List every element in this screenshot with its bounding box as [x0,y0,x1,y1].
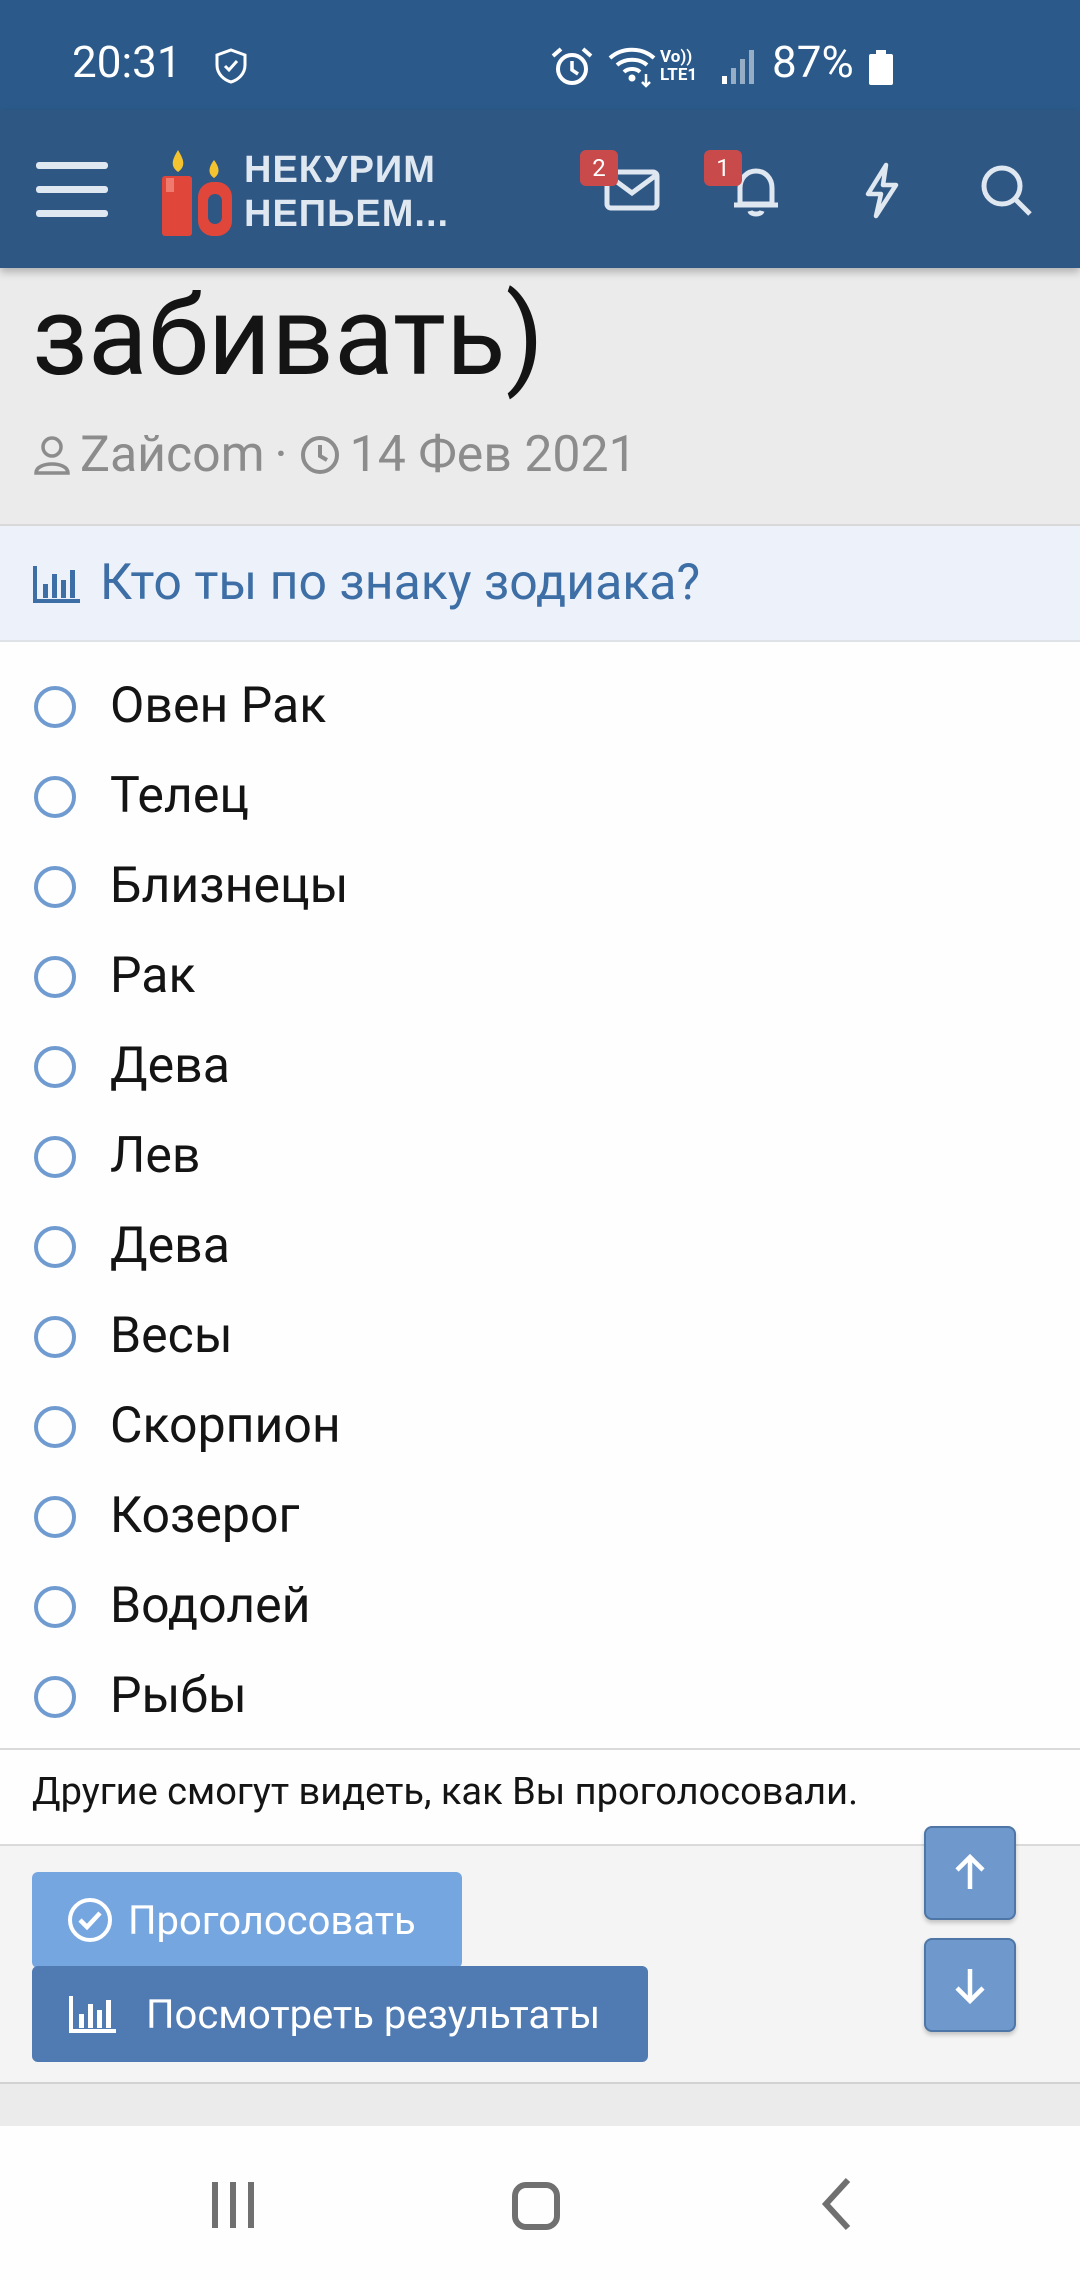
option-label: Лев [110,1127,201,1185]
scroll-to-bottom-button[interactable] [924,1938,1016,2032]
back-icon[interactable] [818,2176,858,2232]
candle-logo-icon [162,150,232,236]
status-bar: 20:31 Vo)) LTE1 87% [0,0,1080,110]
option-label: Дева [110,1217,230,1275]
clock-icon [300,436,339,474]
radio-button[interactable] [34,1046,76,1088]
poll-visibility-notice: Другие смогут видеть, как Вы проголосова… [32,1770,859,1814]
poll-option[interactable]: Дева [0,1206,1080,1296]
option-label: Козерог [110,1487,300,1545]
search-icon [981,165,1032,216]
alarm-icon [551,47,593,85]
radio-button[interactable] [34,776,76,818]
lightning-icon [865,162,899,219]
radio-button[interactable] [34,686,76,728]
arrow-down-icon [955,1969,985,2005]
option-label: Телец [110,767,249,825]
poll-question: Кто ты по знаку зодиака? [100,554,701,612]
poll-option[interactable]: Водолей [0,1566,1080,1656]
thread-meta: Zайcom · 14 Фев 2021 [32,426,637,484]
shield-icon [215,48,247,84]
poll-option[interactable]: Рыбы [0,1656,1080,1746]
poll-option[interactable]: Телец [0,756,1080,846]
status-time: 20:31 [72,36,182,88]
poll-option[interactable]: Овен Рак [0,666,1080,756]
poll-option[interactable]: Лев [0,1116,1080,1206]
view-results-button[interactable]: Посмотреть результаты [32,1966,648,2062]
inbox-badge: 2 [580,150,618,186]
poll-option[interactable]: Скорпион [0,1386,1080,1476]
check-circle-icon [68,1898,112,1942]
vote-button[interactable]: Проголосовать [32,1872,462,1968]
option-label: Весы [110,1307,233,1365]
search-button[interactable] [976,160,1036,220]
poll-block: Кто ты по знаку зодиака? Овен Рак Телец … [0,524,1080,2084]
logo-line-2: НЕПЬЕМ... [244,193,450,235]
poll-option[interactable]: Рак [0,936,1080,1026]
whats-new-button[interactable] [852,160,912,220]
radio-button[interactable] [34,956,76,998]
inbox-button[interactable]: 2 [580,150,662,220]
thread-title: забивать) [32,272,544,401]
poll-header: Кто ты по знаку зодиака? [0,526,1080,642]
alerts-button[interactable]: 1 [704,150,786,220]
battery-icon [869,50,893,85]
option-label: Рак [110,947,196,1005]
system-nav-bar [0,2126,1080,2280]
option-label: Близнецы [110,857,349,915]
option-label: Скорпион [110,1397,341,1455]
vote-button-label: Проголосовать [128,1896,416,1944]
radio-button[interactable] [34,1406,76,1448]
scroll-to-top-button[interactable] [924,1826,1016,1920]
option-label: Водолей [110,1577,311,1635]
thread-author[interactable]: Zайcom [80,426,265,484]
logo-text: НЕКУРИМ НЕПЬЕМ... [244,148,449,236]
arrow-up-icon [955,1853,985,1889]
option-label: Овен Рак [110,677,327,735]
poll-option[interactable]: Дева [0,1026,1080,1116]
poll-option[interactable]: Весы [0,1296,1080,1386]
bar-chart-icon [69,1996,116,2033]
radio-button[interactable] [34,866,76,908]
site-header: НЕКУРИМ НЕПЬЕМ... 2 1 [0,110,1080,268]
view-results-label: Посмотреть результаты [146,1990,601,2038]
radio-button[interactable] [34,1316,76,1358]
radio-button[interactable] [34,1586,76,1628]
site-logo[interactable]: НЕКУРИМ НЕПЬЕМ... [156,148,476,238]
home-button-icon[interactable] [512,2182,560,2230]
lte-indicator: Vo)) LTE1 [660,47,698,85]
radio-button[interactable] [34,1676,76,1718]
logo-line-1: НЕКУРИМ [244,149,436,191]
radio-button[interactable] [34,1496,76,1538]
alerts-badge: 1 [704,150,742,186]
poll-option[interactable]: Козерог [0,1476,1080,1566]
poll-footer: Проголосовать Посмотреть результаты [0,1844,1080,2084]
poll-option[interactable]: Близнецы [0,846,1080,936]
thread-date[interactable]: 14 Фев 2021 [350,426,637,484]
signal-icon [722,50,754,84]
divider [0,1748,1080,1750]
meta-separator: · [274,426,288,484]
battery-percent: 87% [772,36,854,88]
menu-icon[interactable] [36,162,108,218]
option-label: Рыбы [110,1667,247,1725]
recent-apps-icon[interactable] [208,2180,260,2230]
option-label: Дева [110,1037,230,1095]
bar-chart-icon [33,566,80,603]
radio-button[interactable] [34,1136,76,1178]
wifi-icon [608,47,656,88]
radio-button[interactable] [34,1226,76,1268]
user-icon [34,436,70,475]
